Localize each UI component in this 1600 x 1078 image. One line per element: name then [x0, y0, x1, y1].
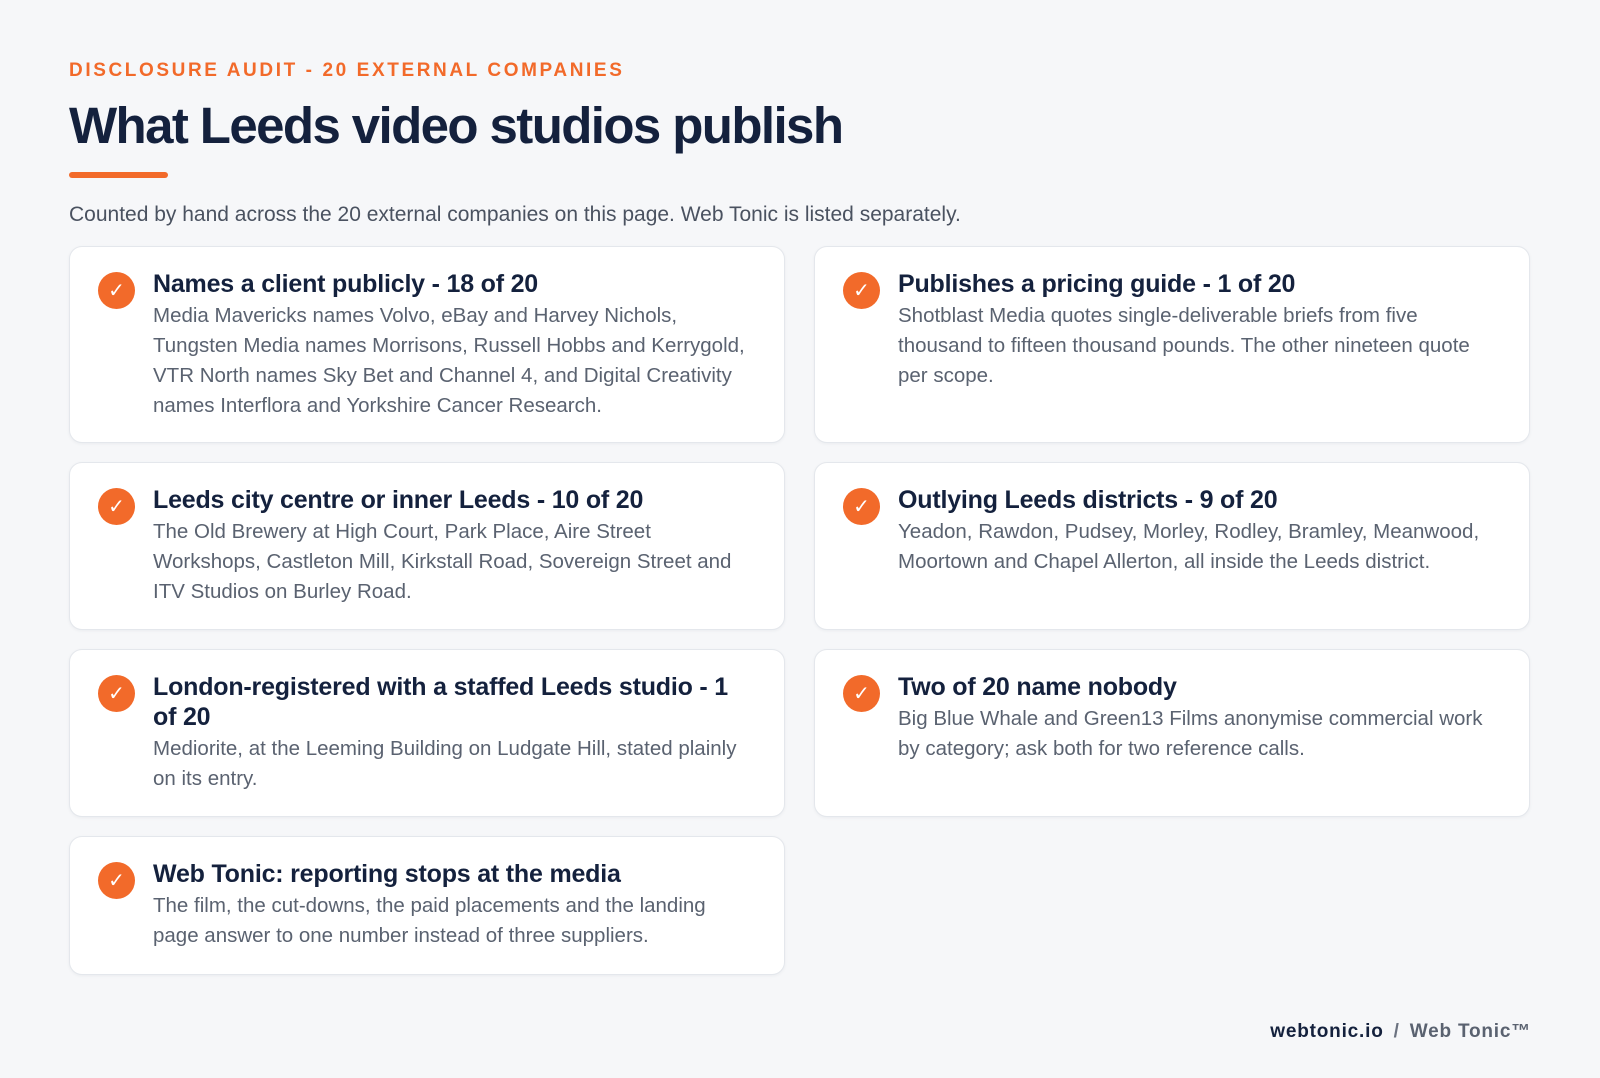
finding-card-outlying-districts: ✓ Outlying Leeds districts - 9 of 20 Yea…	[814, 462, 1530, 630]
check-icon: ✓	[98, 862, 135, 899]
title-underline	[69, 172, 168, 178]
card-title: Web Tonic: reporting stops at the media	[153, 860, 621, 888]
finding-card-client-names: ✓ Names a client publicly - 18 of 20 Med…	[69, 246, 785, 443]
check-icon: ✓	[843, 272, 880, 309]
card-title: London-registered with a staffed Leeds s…	[153, 673, 728, 731]
finding-card-city-centre: ✓ Leeds city centre or inner Leeds - 10 …	[69, 462, 785, 630]
card-title: Outlying Leeds districts - 9 of 20	[898, 486, 1278, 514]
footer-brand: Web Tonic™	[1409, 1021, 1531, 1042]
finding-card-pricing-guide: ✓ Publishes a pricing guide - 1 of 20 Sh…	[814, 246, 1530, 443]
card-title: Names a client publicly - 18 of 20	[153, 270, 539, 298]
card-body: Big Blue Whale and Green13 Films anonymi…	[898, 707, 1483, 760]
footer-separator: /	[1393, 1021, 1400, 1042]
check-icon: ✓	[98, 488, 135, 525]
footer-domain: webtonic.io	[1270, 1021, 1384, 1042]
card-body: Shotblast Media quotes single-deliverabl…	[898, 304, 1470, 387]
check-icon: ✓	[843, 488, 880, 525]
finding-card-web-tonic: ✓ Web Tonic: reporting stops at the medi…	[69, 836, 785, 975]
finding-card-london-registered: ✓ London-registered with a staffed Leeds…	[69, 649, 785, 817]
card-body: Yeadon, Rawdon, Pudsey, Morley, Rodley, …	[898, 520, 1480, 573]
card-title: Publishes a pricing guide - 1 of 20	[898, 270, 1296, 298]
card-title: Leeds city centre or inner Leeds - 10 of…	[153, 486, 644, 514]
page-title: What Leeds video studios publish	[69, 97, 844, 154]
finding-card-name-nobody: ✓ Two of 20 name nobody Big Blue Whale a…	[814, 649, 1530, 817]
check-icon: ✓	[98, 675, 135, 712]
card-title: Two of 20 name nobody	[898, 673, 1177, 701]
card-body: Media Mavericks names Volvo, eBay and Ha…	[153, 304, 745, 417]
eyebrow-label: DISCLOSURE AUDIT - 20 EXTERNAL COMPANIES	[69, 60, 625, 81]
card-body: The film, the cut-downs, the paid placem…	[153, 894, 706, 947]
check-icon: ✓	[843, 675, 880, 712]
page: DISCLOSURE AUDIT - 20 EXTERNAL COMPANIES…	[0, 0, 1600, 1078]
footer-credit: webtonic.io / Web Tonic™	[1270, 1019, 1531, 1045]
card-body: The Old Brewery at High Court, Park Plac…	[153, 520, 732, 603]
page-subtitle: Counted by hand across the 20 external c…	[69, 203, 961, 226]
check-icon: ✓	[98, 272, 135, 309]
card-body: Mediorite, at the Leeming Building on Lu…	[153, 737, 737, 790]
